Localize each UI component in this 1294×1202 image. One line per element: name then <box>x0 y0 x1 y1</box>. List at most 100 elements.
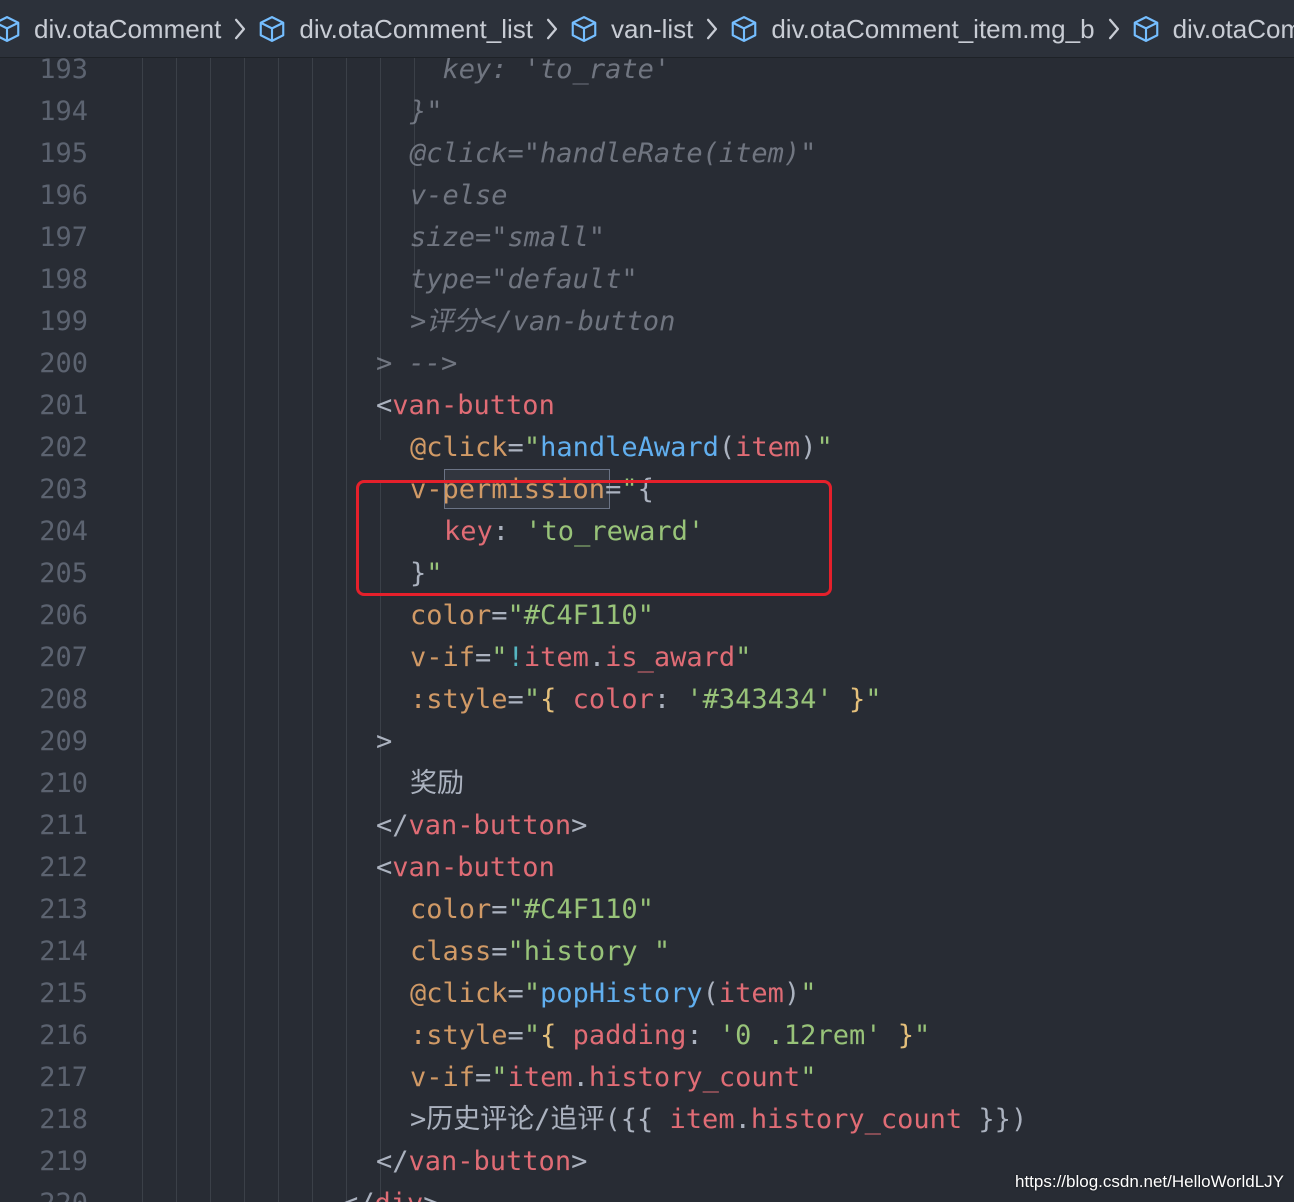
code-token: { <box>540 684 573 715</box>
code-line[interactable]: size="small" <box>410 217 605 259</box>
line-number: 193 <box>39 58 88 85</box>
code-token: = <box>507 432 524 463</box>
code-token: > <box>571 1146 588 1177</box>
code-token: </ <box>376 1146 409 1177</box>
code-token: . <box>572 1062 589 1093</box>
code-token: " <box>523 1020 541 1051</box>
code-token: 奖励 <box>410 768 464 799</box>
code-token: color <box>410 600 492 631</box>
code-token: > --> <box>376 348 458 379</box>
indent-guide <box>278 58 279 1202</box>
code-token: padding <box>572 1020 687 1051</box>
code-token: "#C4F110" <box>507 600 654 631</box>
code-token: history_count <box>588 1062 801 1093</box>
code-line[interactable]: </van-button> <box>376 805 587 847</box>
breadcrumb-item[interactable]: div.otaComment_item.mg_b <box>729 0 1095 57</box>
code-line[interactable]: :style="{ padding: '0 .12rem' }" <box>410 1015 930 1057</box>
code-token: >评分</van-button <box>410 306 676 337</box>
code-token: } <box>881 1020 914 1051</box>
code-token: v-if <box>410 1062 476 1093</box>
code-line[interactable]: @click="popHistory(item)" <box>410 973 816 1015</box>
code-token: } <box>832 684 866 715</box>
code-line[interactable]: @click="handleAward(item)" <box>410 427 833 469</box>
code-line[interactable]: v-if="!item.is_award" <box>410 637 751 679</box>
line-number: 199 <box>39 306 88 337</box>
code-token: }}) <box>962 1104 1028 1135</box>
line-number: 204 <box>39 516 88 547</box>
code-line[interactable]: color="#C4F110" <box>410 595 654 637</box>
code-token: > <box>376 726 393 757</box>
cube-icon <box>569 14 599 44</box>
code-token: ( <box>718 432 736 463</box>
annotation-highlight-box <box>356 480 832 596</box>
code-line[interactable]: v-else <box>410 175 508 217</box>
code-token: " <box>491 642 508 673</box>
code-token: " <box>913 1020 931 1051</box>
chevron-right-icon <box>703 16 721 42</box>
code-token: " <box>523 432 541 463</box>
code-line[interactable]: >历史评论/追评({{ item.history_count }}) <box>410 1099 1027 1141</box>
line-number: 202 <box>39 432 88 463</box>
line-number: 205 <box>39 558 88 589</box>
code-line[interactable]: key: 'to_rate' <box>410 58 671 91</box>
code-token: = <box>507 684 524 715</box>
code-token: van-button <box>408 1146 572 1177</box>
code-token: > <box>423 1188 439 1202</box>
code-token: item <box>523 642 589 673</box>
line-number: 209 <box>39 726 88 757</box>
code-token: }" <box>410 96 443 127</box>
code-line[interactable]: color="#C4F110" <box>410 889 654 931</box>
indent-guide <box>312 58 313 1202</box>
code-token: = <box>475 1062 492 1093</box>
indent-guide <box>176 58 177 1202</box>
code-line[interactable]: <van-button <box>376 385 555 427</box>
code-line[interactable]: v-if="item.history_count" <box>410 1057 816 1099</box>
breadcrumb-item[interactable]: div.otaCom <box>1131 0 1294 57</box>
code-token: "#C4F110" <box>507 894 654 925</box>
code-line[interactable]: </van-button> <box>376 1141 587 1183</box>
code-token: { <box>540 1020 573 1051</box>
code-line[interactable]: class="history " <box>410 931 670 973</box>
code-token: " <box>523 684 541 715</box>
code-line[interactable]: >评分</van-button <box>410 301 675 343</box>
code-token: </ <box>376 810 409 841</box>
code-editor[interactable]: 193 194 195 196 197 198 199 200 201 202 203 204 205 2… <box>0 58 1294 1202</box>
code-token: ! <box>507 642 524 673</box>
breadcrumb-label: div.otaCom <box>1172 13 1294 44</box>
code-token: color <box>410 894 492 925</box>
line-number: 203 <box>39 474 88 505</box>
code-token: v-if <box>410 642 476 673</box>
code-line[interactable]: <van-button <box>376 847 555 889</box>
line-number: 201 <box>39 390 88 421</box>
code-line[interactable]: > --> <box>376 343 457 385</box>
code-line[interactable]: :style="{ color: '#343434' }" <box>410 679 881 721</box>
code-token: " <box>523 978 541 1009</box>
code-line[interactable]: 奖励 <box>410 763 464 805</box>
line-number: 216 <box>39 1020 88 1051</box>
code-token: = <box>491 936 508 967</box>
line-number: 207 <box>39 642 88 673</box>
code-line[interactable]: type="default" <box>410 259 638 301</box>
line-number: 210 <box>39 768 88 799</box>
code-line[interactable]: @click="handleRate(item)" <box>410 133 816 175</box>
code-token: :style <box>410 684 508 715</box>
code-token: @click <box>410 978 508 1009</box>
code-line[interactable]: }" <box>410 91 443 133</box>
chevron-right-icon <box>1105 16 1123 42</box>
line-number: 206 <box>39 600 88 631</box>
code-line[interactable]: </div> <box>342 1183 440 1202</box>
code-token: = <box>491 600 508 631</box>
code-line[interactable]: > <box>376 721 392 763</box>
code-token: : <box>653 684 687 715</box>
indent-guide <box>244 58 245 1202</box>
line-number-gutter: 193 194 195 196 197 198 199 200 201 202 203 204 205 2… <box>0 58 100 1202</box>
breadcrumb-item[interactable]: van-list <box>569 0 693 57</box>
breadcrumb-item[interactable]: div.otaComment_list <box>257 0 533 57</box>
line-number: 198 <box>39 264 88 295</box>
indent-guide <box>142 58 143 1202</box>
breadcrumb-item[interactable]: div.otaComment <box>0 0 221 57</box>
code-token: item <box>718 978 784 1009</box>
cube-icon <box>0 14 22 44</box>
code-token: div <box>375 1188 424 1202</box>
